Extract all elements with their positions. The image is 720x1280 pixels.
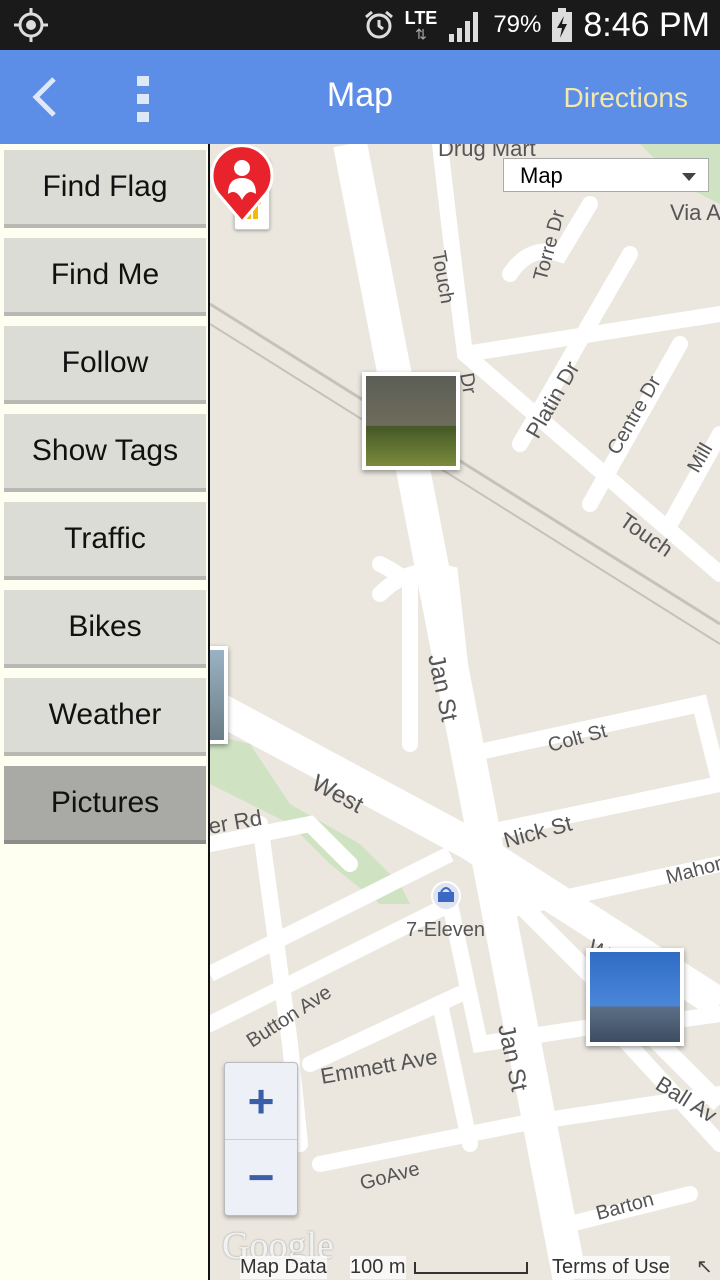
zoom-in-button[interactable]: +	[225, 1063, 297, 1140]
sidebar: Find Flag Find Me Follow Show Tags Traff…	[0, 144, 210, 1280]
map-label: Via A	[670, 200, 720, 225]
map-label: Centre Dr	[603, 372, 666, 458]
railway	[210, 323, 720, 645]
map-label: GoAve	[358, 1158, 422, 1195]
photo-image	[366, 376, 456, 466]
battery-percent: 79%	[493, 11, 542, 38]
photo-thumbnail[interactable]	[362, 372, 460, 470]
location-marker-icon[interactable]	[210, 144, 274, 224]
directions-button[interactable]: Directions	[564, 82, 688, 114]
weather-button[interactable]: Weather	[4, 678, 206, 756]
map-type-dropdown[interactable]: Map	[503, 158, 709, 192]
signal-icon	[449, 12, 479, 42]
action-bar: Map Directions	[0, 50, 720, 144]
data-arrows-icon: ⇅	[415, 26, 427, 42]
map-view[interactable]: Drug Mart Via A Touch Torre Dr Dr Platin…	[210, 144, 720, 1280]
traffic-button[interactable]: Traffic	[4, 502, 206, 580]
clock: 8:46 PM	[583, 5, 710, 44]
map-type-value: Map	[520, 163, 563, 188]
alarm-icon	[364, 10, 393, 39]
status-bar: LTE ⇅ 79% 8:46 PM	[0, 0, 720, 50]
map-footer: Map Data 100 m Terms of Use ↖	[230, 1254, 720, 1280]
dropdown-arrow-icon	[682, 173, 696, 181]
follow-button[interactable]: Follow	[4, 326, 206, 404]
battery-icon	[552, 8, 573, 42]
terms-of-use-link[interactable]: Terms of Use	[552, 1256, 670, 1279]
photo-thumbnail[interactable]	[210, 646, 228, 744]
zoom-out-button[interactable]: −	[225, 1139, 297, 1215]
store-icon[interactable]	[431, 881, 461, 911]
map-data-link[interactable]: Map Data	[240, 1256, 327, 1279]
photo-thumbnail[interactable]	[586, 948, 684, 1046]
bikes-button[interactable]: Bikes	[4, 590, 206, 668]
show-tags-button[interactable]: Show Tags	[4, 414, 206, 492]
find-flag-button[interactable]: Find Flag	[4, 150, 206, 228]
find-me-button[interactable]: Find Me	[4, 238, 206, 316]
zoom-controls: + −	[224, 1062, 298, 1216]
expand-icon[interactable]: ↖	[696, 1254, 720, 1278]
photo-image	[590, 952, 680, 1042]
scale-label: 100 m	[350, 1256, 406, 1279]
scale-bar	[414, 1262, 528, 1274]
map-label: Barton	[594, 1188, 657, 1225]
pictures-button[interactable]: Pictures	[4, 766, 206, 844]
gps-icon	[14, 8, 48, 42]
map-label: 7-Eleven	[406, 919, 485, 941]
network-type: LTE	[404, 8, 438, 28]
photo-image	[210, 650, 224, 740]
map-label: Mahon	[664, 852, 720, 889]
